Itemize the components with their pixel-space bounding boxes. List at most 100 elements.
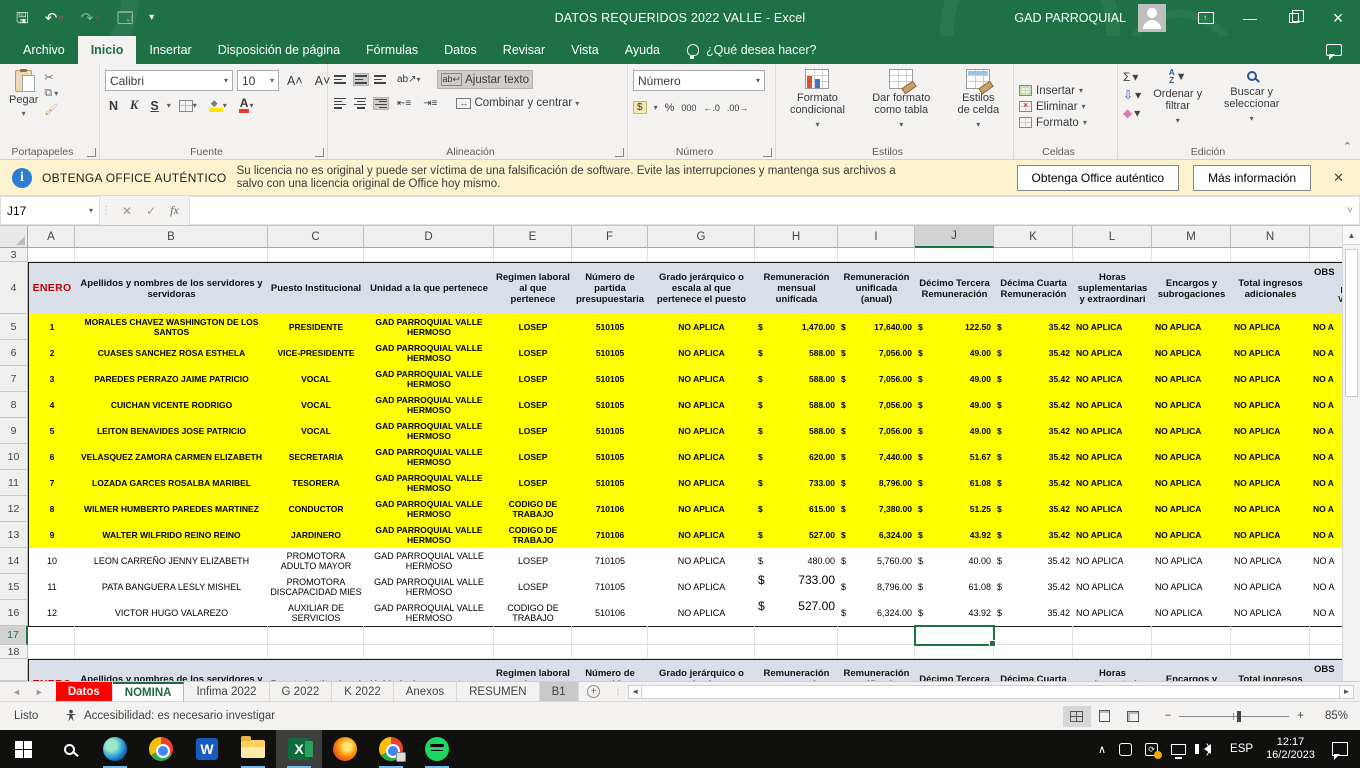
show-hidden-icons-icon[interactable]: ∧ <box>1098 743 1106 756</box>
ribbon-tab-insertar[interactable]: Insertar <box>136 36 204 64</box>
data-cell[interactable]: VOCAL <box>268 392 365 419</box>
data-cell[interactable]: NO APLICA <box>648 340 756 367</box>
collapse-ribbon-icon[interactable]: ⌃ <box>1343 140 1352 153</box>
delete-cells-button[interactable]: Eliminar▾ <box>1019 101 1086 113</box>
confirm-entry-icon[interactable]: ✓ <box>146 204 156 218</box>
data-cell[interactable]: $51.25 <box>915 496 995 523</box>
data-cell[interactable]: $35.42 <box>994 470 1074 497</box>
table-header-cell[interactable]: Encargos y subrogaciones <box>1152 262 1232 315</box>
column-header-K[interactable]: K <box>994 226 1073 248</box>
ribbon-tab-revisar[interactable]: Revisar <box>490 36 558 64</box>
data-cell[interactable]: $7,056.00 <box>838 392 916 419</box>
empty-cell[interactable] <box>1152 248 1231 262</box>
ribbon-tab-archivo[interactable]: Archivo <box>10 36 78 64</box>
scroll-left-icon[interactable]: ◄ <box>628 685 642 699</box>
data-cell[interactable]: GAD PARROQUIAL VALLE HERMOSO <box>364 522 495 549</box>
data-cell[interactable]: $527.00 <box>755 600 839 627</box>
zoom-slider[interactable] <box>1179 716 1289 717</box>
data-cell[interactable]: NO APLICA <box>1152 496 1232 523</box>
data-cell[interactable]: NO APLICA <box>1231 574 1311 601</box>
data-cell[interactable]: NO APLICA <box>1073 366 1153 393</box>
name-box[interactable]: J17▾ <box>0 196 100 225</box>
zoom-slider-thumb[interactable] <box>1237 711 1241 722</box>
table-header-cell[interactable]: Remuneración unificada (anual) <box>838 659 916 681</box>
format-cells-button[interactable]: Formato▾ <box>1019 117 1087 129</box>
find-select-button[interactable]: Buscar y seleccionar▾ <box>1210 68 1293 126</box>
table-header-cell[interactable]: Regimen laboral al que pertenece <box>494 262 573 315</box>
row-header-8[interactable]: 8 <box>0 392 28 418</box>
data-cell[interactable]: 710105 <box>572 574 649 601</box>
empty-cell[interactable] <box>648 626 755 645</box>
taskbar-app-edge[interactable] <box>92 730 138 768</box>
redo-icon[interactable]: ↷▾ <box>81 11 101 26</box>
table-header-cell[interactable]: Décimo Tercera Remuneración <box>915 659 995 681</box>
empty-cell[interactable] <box>1152 626 1231 645</box>
data-cell[interactable]: $35.42 <box>994 522 1074 549</box>
taskbar-app-chrome-profile[interactable] <box>368 730 414 768</box>
data-cell[interactable]: 510105 <box>572 314 649 341</box>
tablet-mode-icon[interactable] <box>1119 743 1132 756</box>
data-cell[interactable]: NO APLICA <box>648 496 756 523</box>
empty-cell[interactable] <box>364 248 494 262</box>
data-cell[interactable]: $35.42 <box>994 340 1074 367</box>
data-cell[interactable]: NO APLICA <box>1073 340 1153 367</box>
data-cell[interactable]: NO APLICA <box>1152 600 1232 627</box>
data-cell[interactable]: $49.00 <box>915 340 995 367</box>
format-as-table-button[interactable]: Dar formato como tabla▾ <box>860 68 943 132</box>
data-cell[interactable]: $6,324.00 <box>838 600 916 627</box>
empty-cell[interactable] <box>494 645 572 659</box>
row-header-5[interactable]: 5 <box>0 314 28 340</box>
data-cell[interactable]: NO APLICA <box>648 470 756 497</box>
data-cell[interactable]: $7,440.00 <box>838 444 916 471</box>
table-header-cell[interactable]: Grado jerárquico o escala al que pertene… <box>648 659 756 681</box>
table-header-cell[interactable]: Horas suplementarias y extraordinari <box>1073 262 1153 315</box>
empty-cell[interactable] <box>755 248 838 262</box>
data-cell[interactable]: NO APLICA <box>1231 444 1311 471</box>
ribbon-tab-ayuda[interactable]: Ayuda <box>612 36 673 64</box>
empty-cell[interactable] <box>1231 248 1310 262</box>
empty-cell[interactable] <box>755 645 838 659</box>
empty-cell[interactable] <box>994 626 1073 645</box>
empty-cell[interactable] <box>755 626 838 645</box>
wrap-text-button[interactable]: ab↩ Ajustar texto <box>437 70 533 89</box>
data-cell[interactable]: $49.00 <box>915 366 995 393</box>
data-cell[interactable]: 510105 <box>572 470 649 497</box>
insert-function-icon[interactable]: fx <box>170 203 179 218</box>
empty-cell[interactable] <box>1073 626 1152 645</box>
data-cell[interactable]: NO APLICA <box>648 366 756 393</box>
data-cell[interactable]: NO APLICA <box>1231 314 1311 341</box>
empty-cell[interactable] <box>268 626 364 645</box>
table-header-cell[interactable]: Puesto Institucional <box>268 659 365 681</box>
data-cell[interactable]: NO APLICA <box>1073 496 1153 523</box>
data-cell[interactable]: 9 <box>28 522 76 549</box>
get-office-button[interactable]: Obtenga Office auténtico <box>1017 165 1180 191</box>
data-cell[interactable]: LOSEP <box>494 548 573 575</box>
row-header-4[interactable]: 4 <box>0 262 28 314</box>
empty-cell[interactable] <box>268 645 364 659</box>
align-middle-icon[interactable] <box>353 73 369 86</box>
data-cell[interactable]: CUASES SANCHEZ ROSA ESTHELA <box>75 340 269 367</box>
data-cell[interactable]: 11 <box>28 574 76 601</box>
data-cell[interactable]: $480.00 <box>755 548 839 575</box>
data-cell[interactable]: NO APLICA <box>1152 522 1232 549</box>
align-center-icon[interactable] <box>353 97 369 110</box>
increase-indent-icon[interactable]: ⇥≡ <box>419 97 441 110</box>
data-cell[interactable]: CODIGO DE TRABAJO <box>494 600 573 627</box>
table-header-cell[interactable]: Número de partida presupuestaria <box>572 262 649 315</box>
data-cell[interactable]: NO APLICA <box>1152 314 1232 341</box>
vertical-scrollbar[interactable]: ▲ <box>1342 226 1360 681</box>
data-cell[interactable]: NO APLICA <box>648 574 756 601</box>
italic-button[interactable]: K <box>126 97 142 114</box>
data-cell[interactable]: $35.42 <box>994 314 1074 341</box>
data-cell[interactable]: $588.00 <box>755 418 839 445</box>
row-header-17[interactable]: 17 <box>0 626 28 645</box>
data-cell[interactable]: NO APLICA <box>648 548 756 575</box>
data-cell[interactable]: NO APLICA <box>1073 444 1153 471</box>
empty-cell[interactable] <box>1073 248 1152 262</box>
data-cell[interactable]: $6,324.00 <box>838 522 916 549</box>
data-cell[interactable]: NO APLICA <box>1073 314 1153 341</box>
table-header-cell[interactable]: ENERO <box>28 262 76 315</box>
ribbon-tab-vista[interactable]: Vista <box>558 36 612 64</box>
name-box-dropdown-icon[interactable]: ▾ <box>89 206 93 215</box>
empty-cell[interactable] <box>572 645 648 659</box>
